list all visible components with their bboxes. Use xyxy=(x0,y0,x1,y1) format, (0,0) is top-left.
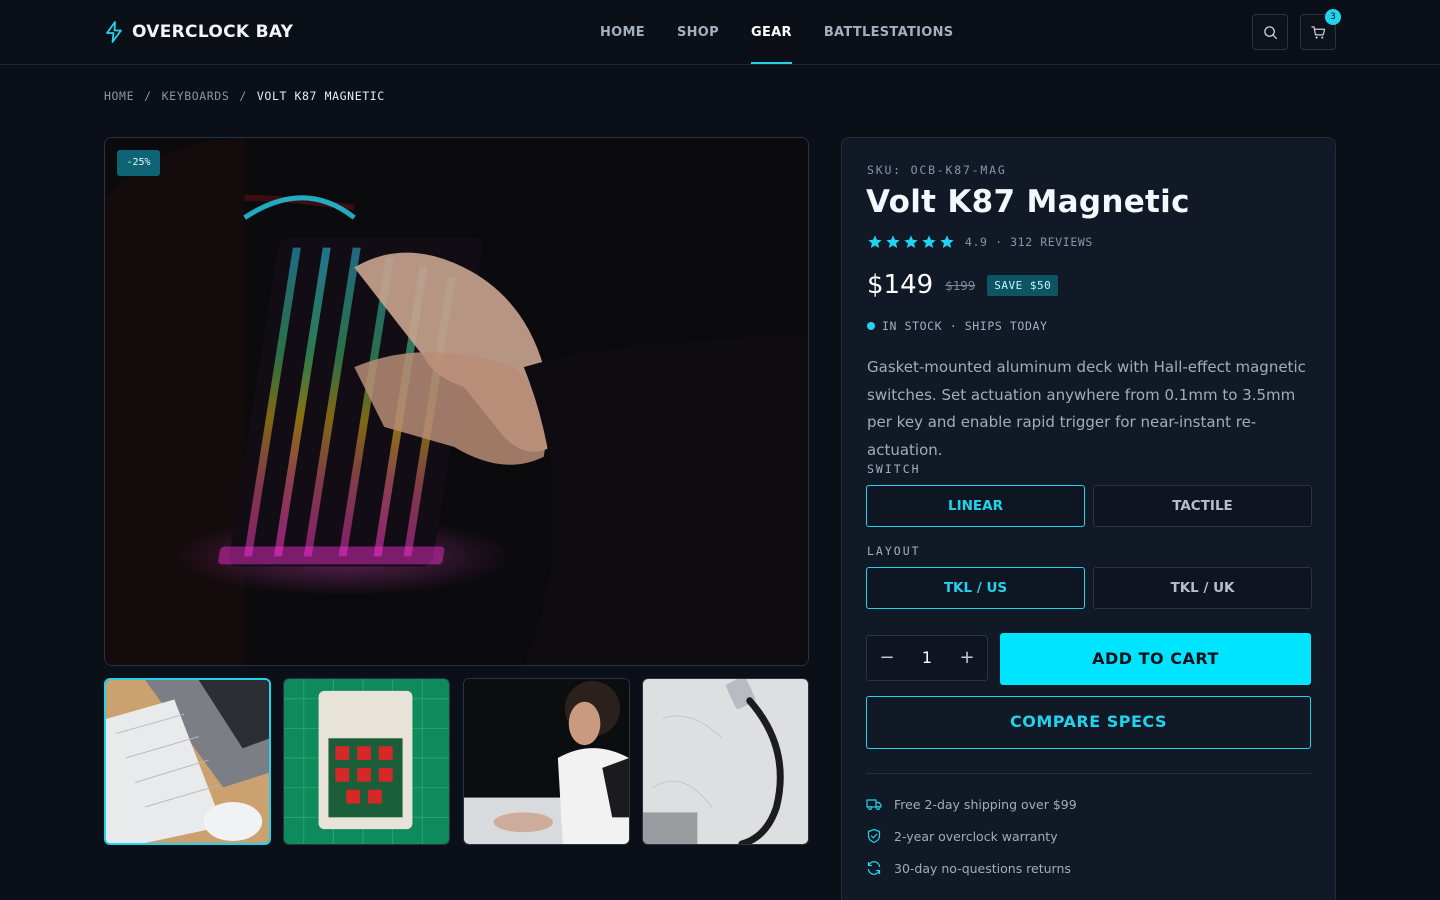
product-description: Gasket-mounted aluminum deck with Hall-e… xyxy=(867,358,1306,459)
main-nav: HOME SHOP GEAR BATTLESTATIONS xyxy=(600,0,953,64)
layout-option-tkl-uk[interactable]: TKL / UK xyxy=(1093,567,1312,609)
breadcrumb: HOME / KEYBOARDS / VOLT K87 MAGNETIC xyxy=(104,89,385,103)
star-rating xyxy=(867,234,955,250)
breadcrumb-separator: / xyxy=(239,89,247,103)
product-title: Volt K87 Magnetic xyxy=(866,184,1190,220)
breadcrumb-home[interactable]: HOME xyxy=(104,89,134,103)
stock-status: IN STOCK · SHIPS TODAY xyxy=(867,319,1048,333)
perk-text: Free 2-day shipping over $99 xyxy=(894,796,1077,812)
pcb-switch-photo xyxy=(284,679,449,844)
switch-option-linear[interactable]: LINEAR xyxy=(866,485,1085,527)
usb-cable-photo xyxy=(643,679,808,844)
refresh-icon xyxy=(867,861,881,875)
star-icon xyxy=(886,235,900,248)
breadcrumb-keyboards[interactable]: KEYBOARDS xyxy=(162,89,230,103)
person-typing-photo xyxy=(464,679,629,844)
thumbnail-4[interactable] xyxy=(642,678,809,845)
stock-text: IN STOCK · SHIPS TODAY xyxy=(882,319,1048,333)
star-icon xyxy=(904,235,918,248)
divider xyxy=(866,773,1311,774)
quantity-decrement-button[interactable]: − xyxy=(867,636,907,680)
breadcrumb-current: VOLT K87 MAGNETIC xyxy=(256,89,385,103)
rating-text: 4.9 · 312 REVIEWS xyxy=(965,235,1093,249)
switch-label: SWITCH xyxy=(867,462,921,476)
search-icon xyxy=(1263,25,1277,39)
stock-dot xyxy=(867,322,875,330)
cart-icon xyxy=(1310,25,1325,39)
price-row: $149 $199 SAVE $50 xyxy=(867,270,1059,300)
keyboard-laptop-photo xyxy=(106,680,269,843)
quantity-increment-button[interactable]: + xyxy=(947,636,987,680)
truck-icon xyxy=(866,799,882,810)
star-icon xyxy=(940,235,954,248)
quantity-stepper: − 1 + xyxy=(866,635,988,681)
brand-name: OVERCLOCK BAY xyxy=(132,22,294,42)
current-price: $149 xyxy=(867,270,934,300)
cart-count-badge: 3 xyxy=(1325,9,1341,25)
compare-specs-button[interactable]: COMPARE SPECS xyxy=(866,696,1311,749)
perk-text: 30-day no-questions returns xyxy=(894,860,1071,876)
site-header: OVERCLOCK BAY HOME SHOP GEAR BATTLESTATI… xyxy=(0,0,1440,65)
perk-shipping: Free 2-day shipping over $99 xyxy=(866,796,1077,812)
layout-label: LAYOUT xyxy=(867,544,921,558)
perk-returns: 30-day no-questions returns xyxy=(866,860,1071,876)
star-icon xyxy=(922,235,936,248)
perk-warranty: 2-year overclock warranty xyxy=(866,828,1058,844)
product-info-panel: SKU: OCB-K87-MAG Volt K87 Magnetic 4.9 ·… xyxy=(841,137,1336,900)
original-price: $199 xyxy=(945,277,976,293)
shield-check-icon xyxy=(867,828,881,844)
product-main-image[interactable]: -25% xyxy=(104,137,809,666)
quantity-value[interactable]: 1 xyxy=(907,636,947,680)
thumbnail-2[interactable] xyxy=(283,678,450,845)
cart-button[interactable]: 3 xyxy=(1300,9,1341,50)
product-rating[interactable]: 4.9 · 312 REVIEWS xyxy=(867,234,1093,250)
product-sku: SKU: OCB-K87-MAG xyxy=(867,163,1007,177)
discount-badge: -25% xyxy=(117,150,160,176)
switch-option-tactile[interactable]: TACTILE xyxy=(1093,485,1312,527)
perk-text: 2-year overclock warranty xyxy=(894,828,1058,844)
thumbnail-3[interactable] xyxy=(463,678,630,845)
search-button[interactable] xyxy=(1252,14,1288,50)
nav-gear[interactable]: GEAR xyxy=(750,0,792,64)
rgb-keyboard-photo xyxy=(105,138,808,665)
add-to-cart-button[interactable]: ADD TO CART xyxy=(1000,633,1311,685)
layout-option-tkl-us[interactable]: TKL / US xyxy=(866,567,1085,609)
nav-home[interactable]: HOME xyxy=(600,0,645,64)
nav-shop[interactable]: SHOP xyxy=(677,0,719,64)
lightning-bolt-icon xyxy=(106,21,122,43)
nav-battlestations[interactable]: BATTLESTATIONS xyxy=(824,0,954,64)
save-badge: SAVE $50 xyxy=(987,274,1059,296)
thumbnail-1[interactable] xyxy=(104,678,271,845)
star-icon xyxy=(868,235,882,248)
brand-logo[interactable]: OVERCLOCK BAY xyxy=(104,20,293,44)
breadcrumb-separator: / xyxy=(144,89,152,103)
